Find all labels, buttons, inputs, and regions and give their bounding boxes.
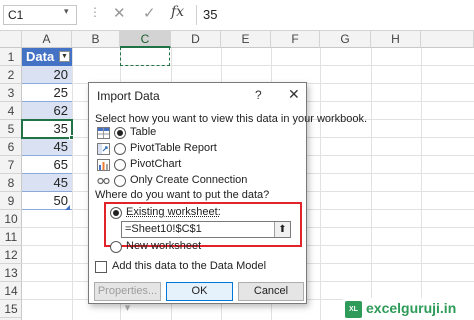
column-header-bar: A B C D E F G H bbox=[0, 31, 474, 48]
gridline bbox=[72, 48, 73, 320]
row-header-3[interactable]: 3 bbox=[0, 84, 22, 102]
row-header-10[interactable]: 10 bbox=[0, 210, 22, 228]
row-header-11[interactable]: 11 bbox=[0, 228, 22, 246]
new-worksheet-label: New worksheet bbox=[126, 240, 202, 252]
radio-pivottable[interactable] bbox=[114, 143, 126, 155]
option-pivottable-label: PivotTable Report bbox=[130, 142, 217, 154]
close-icon[interactable]: ✕ bbox=[288, 86, 300, 103]
table-resize-handle[interactable] bbox=[65, 205, 70, 210]
column-header-f[interactable]: F bbox=[271, 31, 320, 48]
chevron-down-icon: ▾ bbox=[124, 302, 131, 314]
column-header-h[interactable]: H bbox=[371, 31, 421, 48]
ok-button[interactable]: OK bbox=[166, 282, 233, 301]
gridline bbox=[421, 48, 422, 320]
row-header-6[interactable]: 6 bbox=[0, 138, 22, 156]
radio-existing-worksheet[interactable] bbox=[110, 207, 122, 219]
location-prompt: Where do you want to put the data? bbox=[95, 189, 270, 201]
radio-connection[interactable] bbox=[114, 175, 126, 187]
active-cell-outline bbox=[21, 119, 73, 139]
cancel-entry-icon[interactable]: ✕ bbox=[113, 4, 126, 22]
table-cell[interactable]: 45 bbox=[22, 174, 72, 192]
table-cell[interactable]: 62 bbox=[22, 102, 72, 120]
column-header-b[interactable]: B bbox=[72, 31, 120, 48]
dialog-title: Import Data bbox=[97, 89, 160, 103]
radio-new-worksheet[interactable] bbox=[110, 241, 122, 253]
table-cell[interactable]: 25 bbox=[22, 84, 72, 102]
row-header-7[interactable]: 7 bbox=[0, 156, 22, 174]
table-cell[interactable]: 45 bbox=[22, 138, 72, 156]
column-header-blank bbox=[421, 31, 474, 48]
table-icon bbox=[97, 127, 110, 139]
row-header-14[interactable]: 14 bbox=[0, 282, 22, 300]
help-icon[interactable]: ? bbox=[255, 88, 262, 102]
gridline bbox=[22, 65, 474, 66]
formula-input[interactable]: 35 bbox=[197, 5, 474, 25]
select-all-corner[interactable] bbox=[0, 31, 22, 48]
copy-marquee bbox=[120, 47, 170, 66]
filter-dropdown-icon[interactable]: ▼ bbox=[59, 51, 70, 62]
connection-icon bbox=[97, 175, 110, 187]
option-pivotchart-label: PivotChart bbox=[130, 158, 182, 170]
row-header-9[interactable]: 9 bbox=[0, 192, 22, 210]
existing-worksheet-label: Existing worksheet: bbox=[126, 206, 221, 218]
pivottable-icon bbox=[97, 143, 110, 155]
range-input[interactable]: =Sheet10!$C$1 bbox=[121, 221, 291, 238]
view-prompt: Select how you want to view this data in… bbox=[95, 113, 368, 125]
column-header-c[interactable]: C bbox=[120, 31, 171, 48]
fill-handle[interactable] bbox=[69, 135, 74, 140]
gridline bbox=[371, 48, 372, 320]
name-box-value: C1 bbox=[8, 8, 24, 22]
row-header-5[interactable]: 5 bbox=[0, 120, 22, 138]
insert-function-icon[interactable]: fx bbox=[171, 4, 184, 20]
import-data-dialog: Import Data ? ✕ Select how you want to v… bbox=[88, 82, 367, 314]
table-header-label: Data bbox=[26, 49, 55, 64]
row-header-15[interactable]: 15 bbox=[0, 300, 22, 318]
properties-button-label: Properties... bbox=[97, 285, 158, 297]
column-header-g[interactable]: G bbox=[320, 31, 371, 48]
row-header-2[interactable]: 2 bbox=[0, 66, 22, 84]
table-header-cell[interactable]: Data ▼ bbox=[22, 48, 72, 66]
watermark-logo: XL bbox=[345, 301, 362, 318]
name-box-dropdown-icon[interactable]: ▾ bbox=[64, 6, 69, 17]
collapse-dialog-icon[interactable]: ⬆ bbox=[274, 222, 290, 237]
row-header-13[interactable]: 13 bbox=[0, 264, 22, 282]
option-connection-label: Only Create Connection bbox=[130, 174, 248, 186]
radio-pivotchart[interactable] bbox=[114, 159, 126, 171]
column-header-e[interactable]: E bbox=[221, 31, 271, 48]
data-model-checkbox[interactable] bbox=[95, 261, 107, 273]
column-header-d[interactable]: D bbox=[171, 31, 221, 48]
enter-entry-icon[interactable]: ✓ bbox=[143, 4, 156, 22]
formula-bar-grip-icon: ⋮ bbox=[89, 5, 101, 19]
option-table-label: Table bbox=[130, 126, 157, 138]
data-model-label: Add this data to the Data Model bbox=[112, 260, 267, 272]
radio-table[interactable] bbox=[114, 127, 126, 139]
row-header-12[interactable]: 12 bbox=[0, 246, 22, 264]
properties-button[interactable]: Properties... ▾ bbox=[94, 282, 161, 314]
table-cell[interactable]: 65 bbox=[22, 156, 72, 174]
row-header-bar: 1 2 3 4 5 6 7 8 9 10 11 12 13 14 15 bbox=[0, 48, 22, 320]
row-header-8[interactable]: 8 bbox=[0, 174, 22, 192]
table-cell[interactable]: 20 bbox=[22, 66, 72, 84]
range-input-value: =Sheet10!$C$1 bbox=[125, 223, 202, 235]
pivotchart-icon bbox=[97, 159, 110, 171]
gridline bbox=[320, 48, 321, 320]
column-header-a[interactable]: A bbox=[22, 31, 72, 48]
watermark-text: excelguruji.in bbox=[366, 300, 457, 316]
row-header-4[interactable]: 4 bbox=[0, 102, 22, 120]
cancel-button[interactable]: Cancel bbox=[238, 282, 304, 301]
row-header-1[interactable]: 1 bbox=[0, 48, 22, 66]
